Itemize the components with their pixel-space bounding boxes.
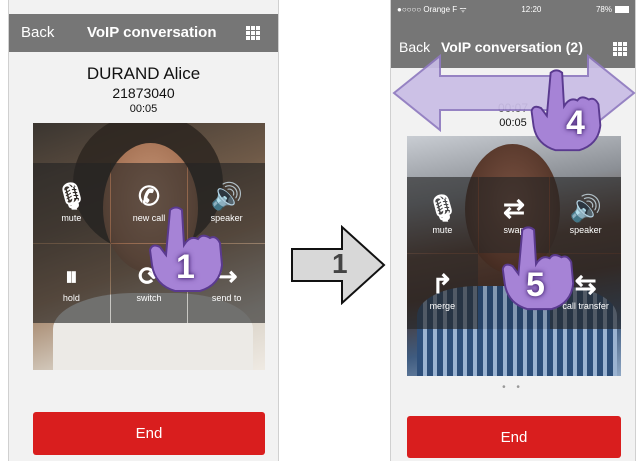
end-call-button[interactable]: End: [33, 412, 265, 455]
page-indicator[interactable]: • •: [391, 382, 635, 393]
call-duration: 00:05: [129, 103, 158, 115]
merge-button[interactable]: ↱ merge: [407, 253, 478, 329]
pointing-hand-icon: [530, 69, 602, 152]
clock: 12:20: [521, 4, 542, 14]
step-number-label: 5: [526, 266, 545, 304]
pause-icon: ⏸: [64, 261, 78, 292]
navigation-bar: Back VoIP conversation: [9, 14, 278, 52]
mute-button[interactable]: 🎙 mute: [407, 177, 478, 253]
battery-indicator: 78%: [596, 5, 629, 14]
merge-icon: ↱: [431, 269, 454, 300]
caller-number: 21873040: [112, 85, 175, 101]
mic-off-icon: 🎙: [425, 192, 459, 223]
keypad-grid-icon[interactable]: [246, 26, 260, 40]
speaker-icon: 🔊: [569, 192, 602, 223]
battery-icon: [615, 5, 629, 13]
back-button[interactable]: Back: [21, 24, 54, 41]
caller-name: DURAND Alice: [86, 64, 201, 83]
step-number-label: 1: [176, 248, 195, 286]
caller-info: DURAND Alice 21873040 00:05: [9, 64, 278, 115]
hold-button[interactable]: ⏸ hold: [33, 243, 110, 323]
carrier-signal: ●○○○○ Orange F ᯤ: [397, 4, 467, 14]
status-bar: ●○○○○ Orange F ᯤ 12:20 78%: [391, 0, 635, 18]
step-number-label: 4: [566, 104, 585, 142]
flow-step-label: 1: [332, 248, 348, 279]
mic-off-icon: 🎙: [54, 180, 88, 211]
mute-button[interactable]: 🎙 mute: [33, 163, 110, 243]
end-call-button[interactable]: End: [407, 416, 621, 458]
page-title: VoIP conversation: [87, 24, 217, 41]
swap-icon: ⇄: [503, 192, 525, 223]
